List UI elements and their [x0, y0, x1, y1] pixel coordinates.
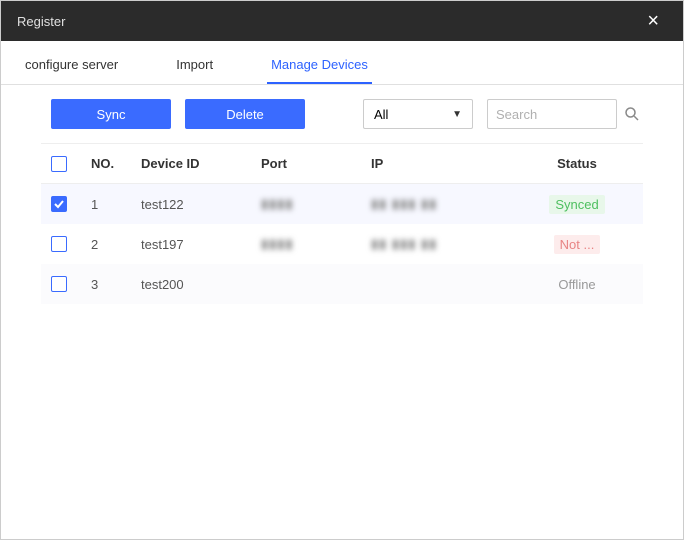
- titlebar: Register ×: [1, 1, 683, 41]
- cell-device-id: test197: [141, 237, 261, 252]
- cell-no: 1: [91, 197, 141, 212]
- table-row[interactable]: 2 test197 ▮▮▮▮ ▮▮ ▮▮▮ ▮▮ Not ...: [41, 224, 643, 264]
- col-device-id: Device ID: [141, 156, 261, 171]
- tab-import[interactable]: Import: [172, 47, 217, 84]
- col-no: NO.: [91, 156, 141, 171]
- row-checkbox[interactable]: [51, 236, 67, 252]
- cell-status: Offline: [521, 275, 633, 294]
- search-input[interactable]: [487, 99, 617, 129]
- sync-button[interactable]: Sync: [51, 99, 171, 129]
- search-wrap: [487, 99, 643, 129]
- select-all-checkbox[interactable]: [51, 156, 67, 172]
- cell-no: 2: [91, 237, 141, 252]
- table-row[interactable]: 1 test122 ▮▮▮▮ ▮▮ ▮▮▮ ▮▮ Synced: [41, 184, 643, 224]
- search-icon[interactable]: [621, 103, 643, 125]
- status-filter-select[interactable]: All ▼: [363, 99, 473, 129]
- tab-configure-server[interactable]: configure server: [21, 47, 122, 84]
- cell-port: ▮▮▮▮: [261, 236, 371, 252]
- table-header: NO. Device ID Port IP Status: [41, 144, 643, 184]
- cell-no: 3: [91, 277, 141, 292]
- close-icon[interactable]: ×: [639, 7, 667, 35]
- table-row[interactable]: 3 test200 Offline: [41, 264, 643, 304]
- col-port: Port: [261, 156, 371, 171]
- col-ip: IP: [371, 156, 521, 171]
- tab-manage-devices[interactable]: Manage Devices: [267, 47, 372, 84]
- row-checkbox[interactable]: [51, 196, 67, 212]
- cell-ip: ▮▮ ▮▮▮ ▮▮: [371, 236, 521, 252]
- cell-device-id: test122: [141, 197, 261, 212]
- col-status: Status: [521, 156, 633, 171]
- cell-port: ▮▮▮▮: [261, 196, 371, 212]
- cell-device-id: test200: [141, 277, 261, 292]
- status-badge: Offline: [552, 275, 601, 294]
- cell-ip: ▮▮ ▮▮▮ ▮▮: [371, 196, 521, 212]
- cell-status: Synced: [521, 195, 633, 214]
- status-badge: Synced: [549, 195, 604, 214]
- device-table: NO. Device ID Port IP Status 1 test122 ▮…: [41, 143, 643, 304]
- cell-status: Not ...: [521, 235, 633, 254]
- window-title: Register: [17, 14, 65, 29]
- status-badge: Not ...: [554, 235, 601, 254]
- delete-button[interactable]: Delete: [185, 99, 305, 129]
- toolbar: Sync Delete All ▼: [1, 85, 683, 139]
- status-filter-value: All: [374, 107, 388, 122]
- tabs: configure server Import Manage Devices: [1, 41, 683, 85]
- row-checkbox[interactable]: [51, 276, 67, 292]
- chevron-down-icon: ▼: [452, 109, 462, 120]
